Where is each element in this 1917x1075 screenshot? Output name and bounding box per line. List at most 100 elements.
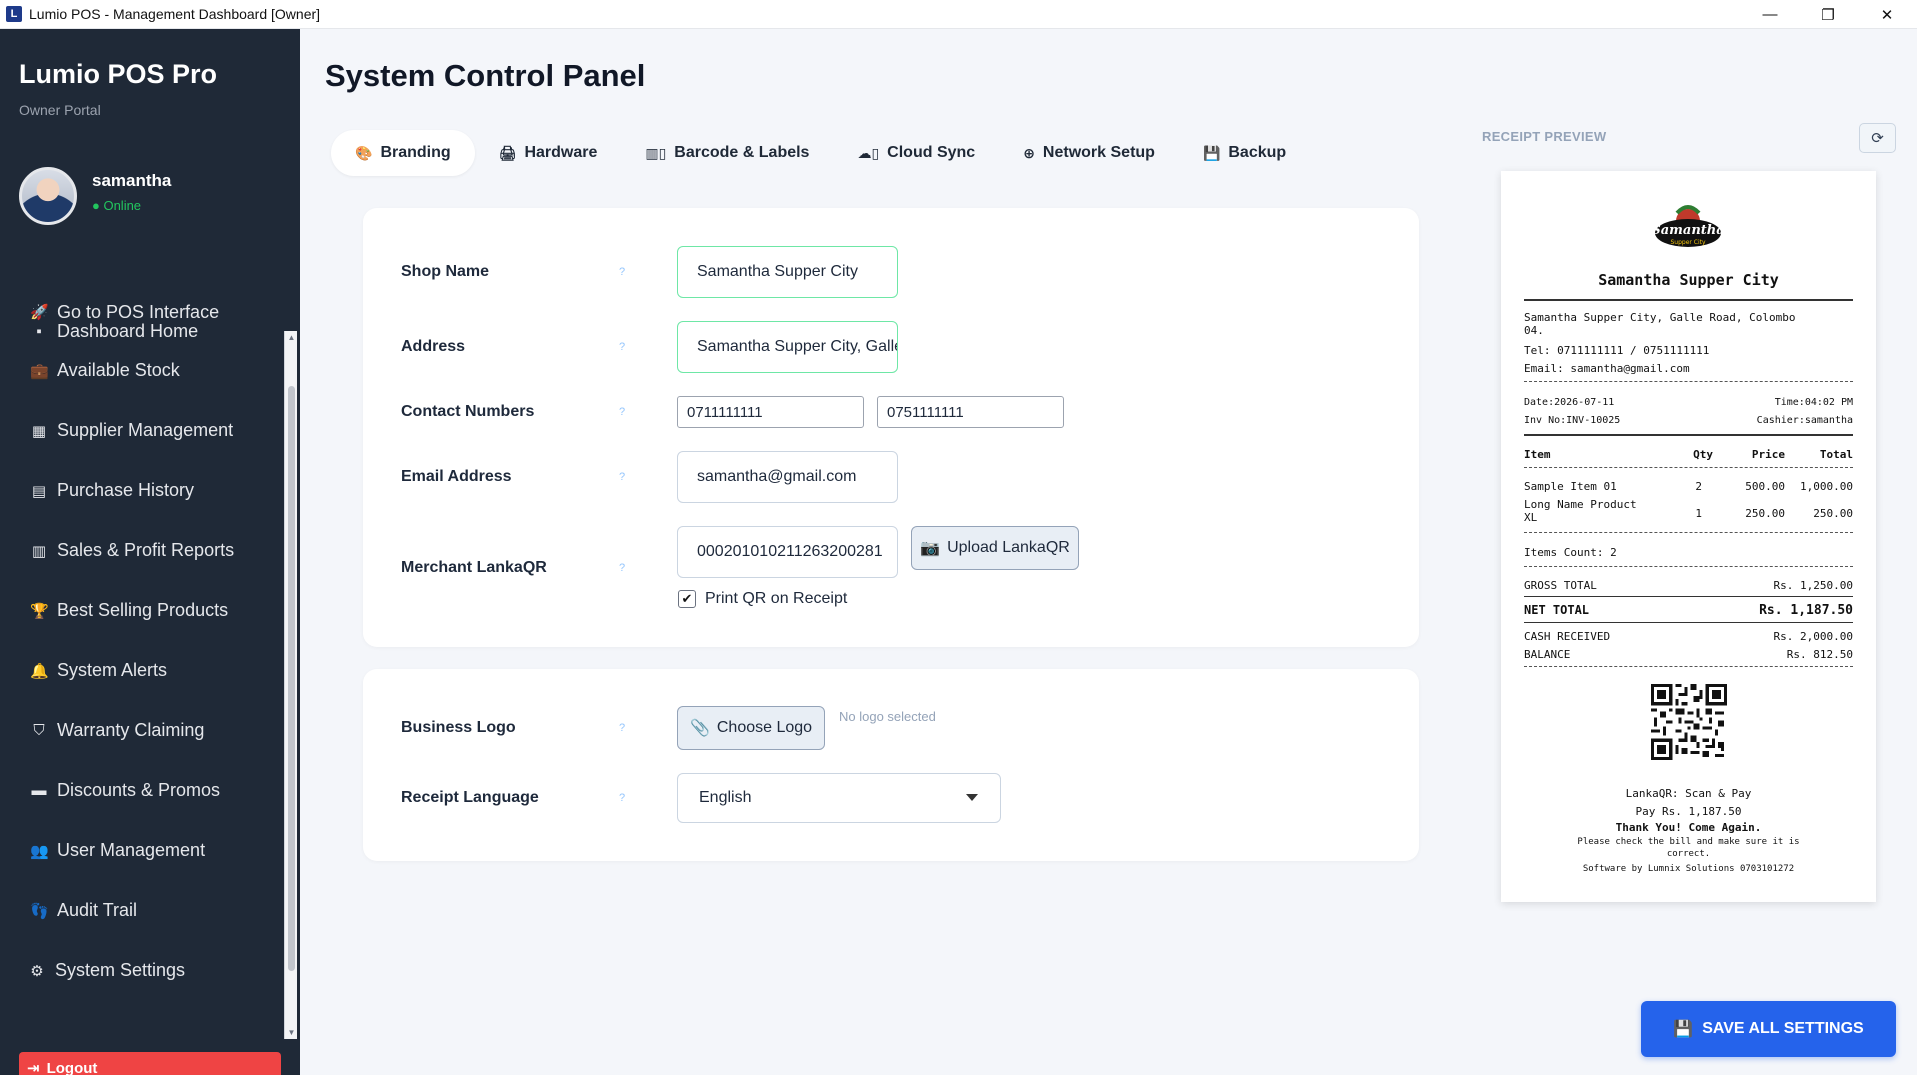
receipt-pay-line: Pay Rs. 1,187.50 bbox=[1635, 805, 1742, 818]
sidebar-item-label: Audit Trail bbox=[57, 900, 138, 920]
sidebar-item-go-to-pos[interactable]: 🚀 Go to POS Interface bbox=[30, 301, 270, 323]
contact-numbers-label: Contact Numbers bbox=[401, 403, 535, 420]
receipt-items-count: Items Count: 2 bbox=[1524, 546, 1617, 559]
choose-logo-label: Choose Logo bbox=[716, 719, 813, 736]
receipt-item-name: Long Name Product XL bbox=[1524, 498, 1637, 524]
sidebar-item-discounts-promos[interactable]: ▬ Discounts & Promos bbox=[30, 780, 221, 801]
receipt-gross-label: GROSS TOTAL bbox=[1524, 579, 1597, 592]
logout-button[interactable]: ⇥ Logout bbox=[19, 1052, 281, 1075]
tab-network-setup[interactable]: ⊕ Network Setup bbox=[999, 130, 1179, 176]
choose-logo-button[interactable]: 📎 Choose Logo bbox=[677, 706, 825, 750]
receipt-language-select[interactable]: English bbox=[677, 773, 1001, 823]
help-icon[interactable]: ? bbox=[617, 406, 627, 418]
sidebar-scrollbar[interactable]: ▲ ▼ bbox=[284, 331, 297, 1039]
rocket-icon: 🚀 bbox=[30, 304, 49, 321]
receipt-footer: Software by Lumnix Solutions 0703101272 bbox=[1582, 864, 1795, 874]
scrollbar-thumb[interactable] bbox=[288, 386, 295, 971]
receipt-balance-value: Rs. 812.50 bbox=[1786, 648, 1853, 661]
tab-branding[interactable]: 🎨 Branding bbox=[331, 130, 475, 176]
address-label: Address bbox=[401, 338, 466, 355]
print-qr-checkbox[interactable]: ✔ bbox=[678, 590, 696, 608]
contact-number-2-input[interactable]: 0751111111 bbox=[877, 396, 1064, 428]
home-icon: ▪ bbox=[36, 323, 42, 340]
receipt-item-price: 500.00 bbox=[1745, 480, 1785, 493]
upload-lankaqr-button[interactable]: 📷 Upload LankaQR bbox=[911, 526, 1079, 570]
shop-logo: Samantha Supper City bbox=[1653, 205, 1723, 247]
receipt-item-qty: 1 bbox=[1695, 507, 1702, 520]
sidebar-item-supplier-management[interactable]: ▦ Supplier Management bbox=[30, 420, 233, 441]
print-qr-label[interactable]: Print QR on Receipt bbox=[705, 590, 847, 608]
footprints-icon: 👣 bbox=[30, 902, 49, 920]
receipt-header-qty: Qty bbox=[1693, 448, 1713, 461]
globe-icon: ⊕ bbox=[1023, 144, 1035, 161]
receipt-header-item: Item bbox=[1524, 448, 1551, 461]
save-icon: 💾 bbox=[1202, 144, 1221, 161]
receipt-address: Samantha Supper City, Galle Road, Colomb… bbox=[1524, 311, 1796, 337]
paperclip-icon: 📎 bbox=[689, 720, 710, 737]
tab-hardware[interactable]: 🖨 Hardware bbox=[475, 130, 622, 176]
tab-label: Network Setup bbox=[1042, 144, 1155, 161]
help-icon[interactable]: ? bbox=[617, 722, 627, 734]
help-icon[interactable]: ? bbox=[617, 266, 627, 278]
sidebar-item-sales-profit-reports[interactable]: ▥ Sales & Profit Reports bbox=[30, 540, 234, 561]
shop-name-input[interactable]: Samantha Supper City bbox=[677, 246, 898, 298]
sidebar-item-label: System Alerts bbox=[57, 660, 168, 680]
shield-icon: ⛉ bbox=[33, 722, 45, 739]
contact-number-1-input[interactable]: 0711111111 bbox=[677, 396, 864, 428]
help-icon[interactable]: ? bbox=[617, 562, 627, 574]
tab-cloud-sync[interactable]: ☁▯ Cloud Sync bbox=[833, 130, 999, 176]
refresh-preview-button[interactable]: ⟳ bbox=[1859, 123, 1896, 153]
sidebar-item-label: Best Selling Products bbox=[57, 600, 229, 620]
receipt-net-label: NET TOTAL bbox=[1524, 603, 1590, 617]
sidebar-item-system-settings[interactable]: ⚙ System Settings bbox=[28, 960, 185, 981]
receipt-email: Email: samantha@gmail.com bbox=[1524, 362, 1690, 375]
help-icon[interactable]: ? bbox=[617, 341, 627, 353]
sidebar-item-warranty-claiming[interactable]: ⛉ Warranty Claiming bbox=[30, 720, 204, 741]
palette-icon: 🎨 bbox=[355, 144, 373, 161]
brand-subtitle: Owner Portal bbox=[19, 102, 101, 118]
receipt-divider bbox=[1524, 467, 1853, 468]
window-title-bar: L Lumio POS - Management Dashboard [Owne… bbox=[0, 0, 1917, 29]
receipt-divider bbox=[1524, 434, 1853, 436]
building-icon: ▦ bbox=[31, 422, 47, 440]
sidebar-item-audit-trail[interactable]: 👣 Audit Trail bbox=[30, 900, 137, 921]
close-button[interactable]: ✕ bbox=[1859, 0, 1915, 29]
help-icon[interactable]: ? bbox=[617, 792, 627, 804]
business-logo-label: Business Logo bbox=[401, 719, 516, 736]
scroll-down-icon[interactable]: ▼ bbox=[286, 1028, 297, 1037]
refresh-icon: ⟳ bbox=[1871, 130, 1884, 147]
sidebar: Lumio POS Pro Owner Portal samantha ● On… bbox=[0, 29, 300, 1075]
sidebar-item-purchase-history[interactable]: ▤ Purchase History bbox=[30, 480, 194, 501]
tab-label: Branding bbox=[380, 144, 451, 161]
scroll-up-icon[interactable]: ▲ bbox=[286, 333, 297, 342]
sidebar-nav[interactable]: ▪ Dashboard Home 🚀 Go to POS Interface 💼… bbox=[0, 299, 284, 1039]
printer-icon: 🖨 bbox=[498, 144, 517, 161]
sidebar-item-user-management[interactable]: 👥 User Management bbox=[30, 840, 205, 861]
receipt-divider bbox=[1524, 299, 1853, 301]
sidebar-item-available-stock[interactable]: 💼 Available Stock bbox=[30, 360, 180, 381]
help-icon[interactable]: ? bbox=[617, 471, 627, 483]
minimize-button[interactable]: — bbox=[1742, 0, 1798, 29]
sidebar-item-label: Purchase History bbox=[57, 480, 195, 500]
merchant-lankaqr-input[interactable]: 000201010211263200281 bbox=[677, 526, 898, 578]
receipt-shop-name: Samantha Supper City bbox=[1598, 271, 1779, 289]
sidebar-item-label: Supplier Management bbox=[57, 420, 234, 440]
maximize-button[interactable]: ❐ bbox=[1800, 0, 1856, 29]
receipt-divider bbox=[1524, 622, 1853, 623]
save-all-settings-button[interactable]: 💾 SAVE ALL SETTINGS bbox=[1641, 1001, 1896, 1057]
address-input[interactable]: Samantha Supper City, Galle Road, Colomb… bbox=[677, 321, 898, 373]
upload-lankaqr-label: Upload LankaQR bbox=[947, 539, 1070, 556]
tab-backup[interactable]: 💾 Backup bbox=[1179, 130, 1310, 176]
svg-text:Supper City: Supper City bbox=[1670, 239, 1706, 246]
receipt-thanks: Thank You! Come Again. bbox=[1615, 821, 1762, 834]
briefcase-icon: 💼 bbox=[30, 362, 49, 380]
tab-label: Backup bbox=[1228, 144, 1287, 161]
tab-label: Cloud Sync bbox=[887, 144, 976, 161]
receipt-header-price: Price bbox=[1751, 448, 1785, 461]
email-input[interactable]: samantha@gmail.com bbox=[677, 451, 898, 503]
sidebar-item-dashboard-home[interactable]: ▪ Dashboard Home bbox=[30, 321, 198, 342]
receipt-cash-label: CASH RECEIVED bbox=[1524, 630, 1611, 643]
sidebar-item-system-alerts[interactable]: 🔔 System Alerts bbox=[30, 660, 167, 681]
sidebar-item-best-selling-products[interactable]: 🏆 Best Selling Products bbox=[30, 600, 228, 621]
tab-barcode-labels[interactable]: ▥▯ Barcode & Labels bbox=[621, 130, 833, 176]
